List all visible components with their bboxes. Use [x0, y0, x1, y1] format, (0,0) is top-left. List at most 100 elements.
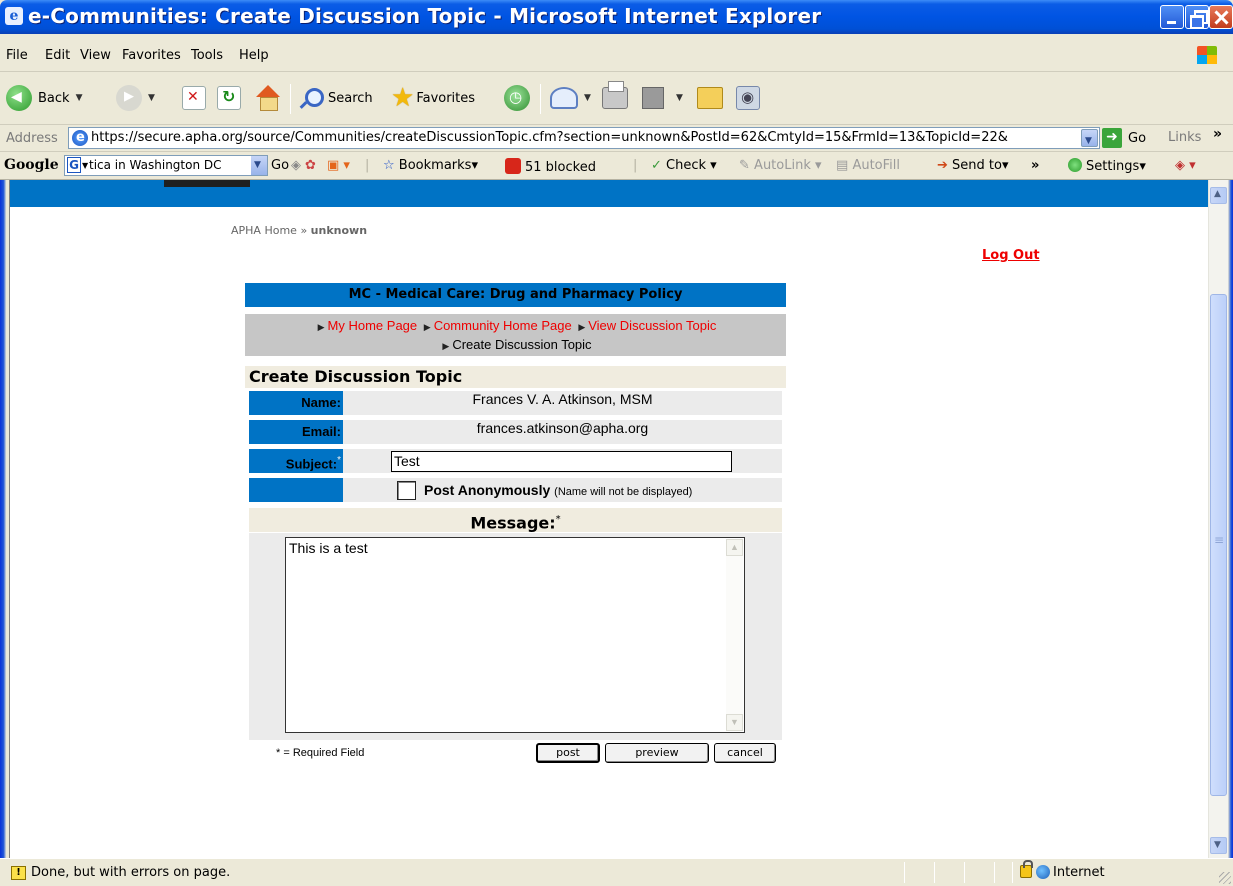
menu-favorites[interactable]: Favorites: [122, 48, 181, 63]
translate-icon[interactable]: ◈ ▾: [1175, 158, 1196, 173]
subject-label-text: Subject:: [285, 456, 338, 472]
address-url: https://secure.apha.org/source/Communiti…: [91, 130, 1008, 145]
search-button[interactable]: Search: [300, 82, 373, 114]
minimize-button[interactable]: [1160, 5, 1184, 29]
status-divider: [934, 862, 935, 883]
message-label: Message:*: [249, 508, 782, 532]
send-to-label: Send to: [952, 158, 1002, 173]
menu-tools[interactable]: Tools: [191, 48, 223, 63]
cancel-button[interactable]: cancel: [714, 743, 776, 763]
chevron-down-icon[interactable]: [1081, 129, 1098, 148]
status-divider: [904, 862, 905, 883]
more-icon[interactable]: ◈: [291, 158, 301, 173]
messenger-button[interactable]: [736, 82, 760, 114]
arrow-right-icon: ▶: [578, 322, 586, 332]
print-button[interactable]: [602, 81, 628, 114]
forward-arrow-icon: [116, 85, 142, 111]
community-home-link[interactable]: Community Home Page: [434, 318, 572, 333]
menu-help[interactable]: Help: [239, 48, 269, 63]
logout-link[interactable]: Log Out: [982, 248, 1040, 263]
window-frame-right: [1228, 180, 1233, 858]
folder-button[interactable]: [697, 82, 723, 114]
scroll-down-icon[interactable]: ▼: [726, 714, 743, 731]
preview-button[interactable]: preview: [605, 743, 709, 763]
post-button[interactable]: post: [536, 743, 600, 763]
chevron-right-icon[interactable]: »: [1213, 126, 1222, 142]
edit-icon: [642, 87, 664, 109]
scroll-up-icon[interactable]: [1210, 187, 1227, 204]
settings-icon: [1068, 158, 1082, 172]
page-scrollbar[interactable]: [1208, 180, 1228, 858]
message-textarea[interactable]: This is a test ▲ ▼: [285, 537, 745, 733]
title-bar: e e-Communities: Create Discussion Topic…: [0, 0, 1233, 34]
site-header-banner: [10, 180, 1208, 207]
address-input[interactable]: https://secure.apha.org/source/Communiti…: [68, 127, 1100, 149]
popup-blocked-button[interactable]: 51 blocked: [505, 158, 596, 175]
security-zone-label: Internet: [1053, 865, 1105, 880]
autolink-button[interactable]: ✎ AutoLink ▾: [739, 158, 822, 173]
go-button[interactable]: ➜ Go: [1102, 128, 1146, 148]
view-discussion-link[interactable]: View Discussion Topic: [588, 318, 716, 333]
page-icon: [72, 128, 88, 148]
autofill-icon: ▤: [836, 158, 849, 173]
address-bar: Address https://secure.apha.org/source/C…: [0, 125, 1233, 152]
chevron-down-icon[interactable]: [251, 156, 267, 175]
menu-bar: File Edit View Favorites Tools Help: [0, 34, 1233, 72]
warning-icon[interactable]: !: [11, 866, 26, 880]
bookmarks-button[interactable]: ☆ Bookmarks▾: [383, 158, 478, 173]
folder-icon: [697, 87, 723, 109]
news-icon[interactable]: ✿: [305, 158, 316, 173]
breadcrumb-separator: »: [300, 224, 308, 237]
email-row: Email: frances.atkinson@apha.org: [249, 420, 782, 444]
menu-view[interactable]: View: [80, 48, 111, 63]
home-icon: [254, 85, 282, 111]
email-value: frances.atkinson@apha.org: [476, 420, 649, 436]
google-go-button[interactable]: Go: [271, 158, 289, 173]
google-search-input[interactable]: G ▼ tica in Washington DC: [64, 155, 268, 176]
blocked-label: 51 blocked: [525, 160, 596, 175]
stop-button[interactable]: [182, 82, 206, 114]
autolink-label: AutoLink: [754, 158, 811, 173]
scroll-down-icon[interactable]: [1210, 837, 1227, 854]
my-home-page-link[interactable]: My Home Page: [328, 318, 418, 333]
menu-file[interactable]: File: [6, 48, 28, 63]
history-icon: [504, 85, 530, 111]
go-arrow-icon: ➜: [1102, 128, 1122, 148]
subject-input[interactable]: Test: [391, 451, 732, 472]
anon-label-text: Post Anonymously: [424, 482, 551, 498]
mail-button[interactable]: ▼: [550, 82, 591, 114]
home-button[interactable]: [254, 82, 282, 114]
links-button[interactable]: Links: [1168, 130, 1201, 145]
history-button[interactable]: [504, 82, 530, 114]
lock-icon[interactable]: [1020, 860, 1033, 878]
post-anonymously-checkbox[interactable]: [397, 481, 416, 500]
toolbar-divider: |: [633, 158, 638, 173]
restore-button[interactable]: [1185, 5, 1209, 29]
menu-edit[interactable]: Edit: [45, 48, 70, 63]
breadcrumb-home[interactable]: APHA Home: [231, 224, 297, 237]
refresh-button[interactable]: [217, 82, 241, 114]
google-logo[interactable]: Google: [4, 157, 59, 173]
pagerank-icon[interactable]: ▣ ▾: [327, 158, 350, 173]
status-divider: [994, 862, 995, 883]
chevron-right-icon[interactable]: »: [1031, 158, 1039, 173]
favorites-button[interactable]: ★ Favorites: [391, 82, 475, 114]
resize-grip-icon[interactable]: [1219, 872, 1231, 884]
close-button[interactable]: [1209, 5, 1233, 29]
status-text: Done, but with errors on page.: [31, 865, 231, 880]
message-scrollbar[interactable]: ▲ ▼: [726, 539, 743, 731]
forward-button[interactable]: ▼: [116, 82, 155, 114]
scroll-thumb[interactable]: [1210, 294, 1227, 796]
chevron-down-icon: ▼: [82, 161, 89, 170]
windows-logo-icon: [1197, 46, 1217, 64]
chevron-down-icon: ▼: [75, 93, 83, 103]
spellcheck-button[interactable]: ✓ Check ▾: [651, 158, 717, 173]
back-button[interactable]: Back ▼: [6, 82, 82, 114]
settings-button[interactable]: Settings▾: [1068, 158, 1146, 174]
status-divider: [1012, 862, 1013, 883]
ie-icon[interactable]: e: [5, 7, 23, 25]
scroll-up-icon[interactable]: ▲: [726, 539, 743, 556]
send-to-button[interactable]: ➔ Send to▾: [937, 158, 1009, 173]
autofill-button[interactable]: ▤ AutoFill: [836, 158, 900, 173]
edit-button[interactable]: ▼: [642, 82, 683, 114]
